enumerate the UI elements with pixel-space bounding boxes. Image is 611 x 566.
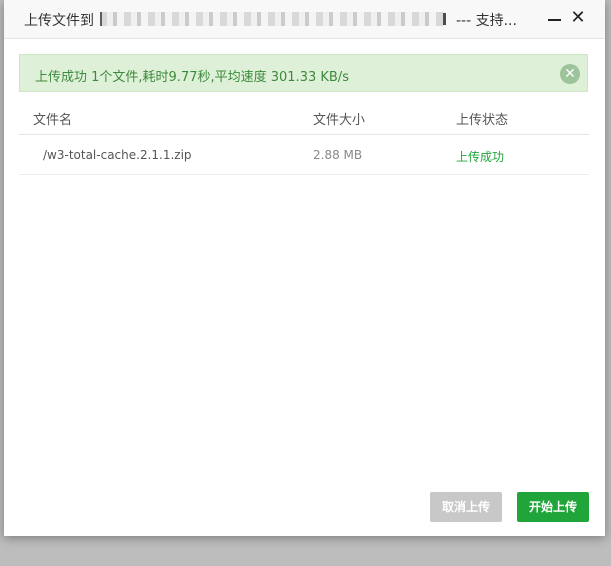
file-size-cell: 2.88 MB [313, 148, 363, 162]
column-header-filename: 文件名 [33, 113, 73, 128]
table-header: 文件名 文件大小 上传状态 [19, 100, 589, 135]
upload-dialog: 上传文件到 --- 支持... ✕ 上传成功 1个文件,耗时9.77秒,平均速度… [4, 0, 605, 536]
minimize-icon [548, 19, 561, 21]
column-header-status: 上传状态 [456, 113, 509, 128]
close-circle-icon: ✕ [564, 66, 576, 82]
dialog-title: 上传文件到 [24, 13, 94, 29]
dialog-title-suffix: --- 支持... [456, 13, 517, 29]
close-icon: ✕ [570, 7, 586, 28]
column-header-filesize: 文件大小 [313, 113, 366, 128]
file-name-cell: /w3-total-cache.2.1.1.zip [43, 148, 192, 162]
cancel-upload-button[interactable]: 取消上传 [430, 492, 502, 522]
redacted-path-mosaic [100, 12, 446, 26]
alert-close-button[interactable]: ✕ [560, 64, 580, 84]
upload-success-alert: 上传成功 1个文件,耗时9.77秒,平均速度 301.33 KB/s ✕ [19, 54, 588, 92]
minimize-button[interactable] [544, 8, 564, 28]
upload-file-table: 文件名 文件大小 上传状态 /w3-total-cache.2.1.1.zip … [19, 100, 589, 175]
start-upload-button[interactable]: 开始上传 [517, 492, 589, 522]
alert-message: 上传成功 1个文件,耗时9.77秒,平均速度 301.33 KB/s [35, 70, 349, 85]
table-row: /w3-total-cache.2.1.1.zip 2.88 MB 上传成功 [19, 135, 589, 175]
dialog-titlebar: 上传文件到 --- 支持... ✕ [4, 0, 605, 39]
upload-status-cell: 上传成功 [456, 150, 505, 164]
close-button[interactable]: ✕ [568, 8, 588, 28]
